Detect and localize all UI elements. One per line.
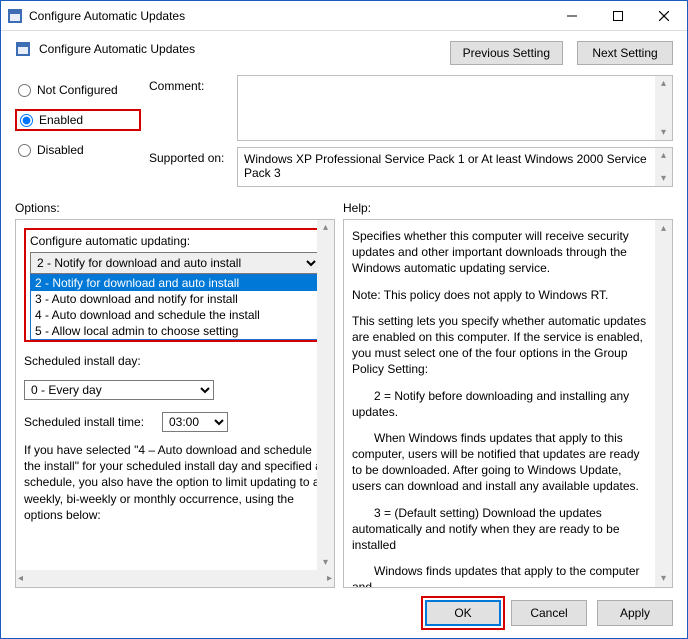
scroll-right-icon: ▸: [327, 573, 332, 584]
dialog-window: Configure Automatic Updates Configure Au…: [0, 0, 688, 639]
ok-button[interactable]: OK: [425, 600, 501, 626]
help-p4: 2 = Notify before downloading and instal…: [352, 388, 650, 420]
apply-button[interactable]: Apply: [597, 600, 673, 626]
radio-not-configured-input[interactable]: [18, 84, 31, 97]
options-panel: Configure automatic updating: 2 - Notify…: [15, 219, 335, 588]
window-title: Configure Automatic Updates: [29, 9, 549, 23]
scroll-up-icon: ▴: [661, 222, 666, 236]
scroll-left-icon: ◂: [18, 573, 23, 584]
scroll-up-icon: ▴: [661, 150, 666, 161]
options-heading: Options:: [15, 201, 343, 215]
configure-updating-dropdown: 2 - Notify for download and auto install…: [30, 274, 320, 340]
options-note: If you have selected "4 – Auto download …: [24, 442, 326, 523]
policy-icon: [15, 41, 31, 57]
footer: OK Cancel Apply: [1, 588, 687, 638]
help-p5: When Windows finds updates that apply to…: [352, 430, 650, 495]
help-p3: This setting lets you specify whether au…: [352, 313, 650, 378]
scheduled-day-label: Scheduled install day:: [24, 354, 154, 368]
help-p7: Windows finds updates that apply to the …: [352, 563, 650, 588]
titlebar: Configure Automatic Updates: [1, 1, 687, 31]
help-scrollbar[interactable]: ▴▾: [655, 220, 672, 587]
minimize-button[interactable]: [549, 1, 595, 31]
options-h-scrollbar[interactable]: ◂ ▸: [16, 570, 334, 587]
header: Configure Automatic Updates Previous Set…: [1, 31, 687, 71]
radio-disabled-label: Disabled: [37, 143, 84, 157]
app-icon: [7, 8, 23, 24]
help-p2: Note: This policy does not apply to Wind…: [352, 287, 650, 303]
supported-scrollbar[interactable]: ▴▾: [655, 148, 672, 186]
radio-disabled[interactable]: Disabled: [15, 141, 141, 159]
config-row: Not Configured Enabled Disabled Comment:…: [1, 71, 687, 193]
supported-label: Supported on:: [149, 147, 229, 165]
maximize-button[interactable]: [595, 1, 641, 31]
scheduled-time-label: Scheduled install time:: [24, 415, 154, 429]
scroll-up-icon: ▴: [323, 222, 328, 233]
dropdown-item-3[interactable]: 3 - Auto download and notify for install: [31, 291, 319, 307]
configure-updating-group: Configure automatic updating: 2 - Notify…: [24, 228, 326, 342]
cancel-button[interactable]: Cancel: [511, 600, 587, 626]
radio-not-configured-label: Not Configured: [37, 83, 118, 97]
comment-textarea[interactable]: ▴▾: [237, 75, 673, 141]
radio-disabled-input[interactable]: [18, 144, 31, 157]
dropdown-item-5[interactable]: 5 - Allow local admin to choose setting: [31, 323, 319, 339]
dropdown-item-4[interactable]: 4 - Auto download and schedule the insta…: [31, 307, 319, 323]
radio-enabled-input[interactable]: [20, 114, 33, 127]
options-v-scrollbar[interactable]: ▴▾: [317, 220, 334, 570]
previous-setting-button[interactable]: Previous Setting: [450, 41, 563, 65]
scheduled-day-combo[interactable]: 0 - Every day: [24, 380, 214, 400]
comment-label: Comment:: [149, 75, 229, 93]
configure-updating-label: Configure automatic updating:: [30, 234, 320, 248]
policy-title: Configure Automatic Updates: [39, 42, 195, 56]
help-p1: Specifies whether this computer will rec…: [352, 228, 650, 277]
scroll-down-icon: ▾: [661, 173, 666, 184]
section-labels: Options: Help:: [1, 193, 687, 219]
help-heading: Help:: [343, 201, 673, 215]
supported-textbox: Windows XP Professional Service Pack 1 o…: [237, 147, 673, 187]
help-p6: 3 = (Default setting) Download the updat…: [352, 505, 650, 554]
scroll-down-icon: ▾: [661, 572, 666, 586]
scroll-up-icon: ▴: [661, 78, 666, 89]
next-setting-button[interactable]: Next Setting: [577, 41, 673, 65]
state-radio-group: Not Configured Enabled Disabled: [15, 75, 141, 187]
scroll-down-icon: ▾: [323, 557, 328, 568]
dropdown-item-2[interactable]: 2 - Notify for download and auto install: [31, 275, 319, 291]
radio-not-configured[interactable]: Not Configured: [15, 81, 141, 99]
help-panel: Specifies whether this computer will rec…: [343, 219, 673, 588]
scroll-down-icon: ▾: [661, 127, 666, 138]
comment-scrollbar[interactable]: ▴▾: [655, 76, 672, 140]
radio-enabled[interactable]: Enabled: [15, 109, 141, 131]
window-controls: [549, 1, 687, 31]
supported-value: Windows XP Professional Service Pack 1 o…: [244, 152, 647, 180]
configure-updating-combo[interactable]: 2 - Notify for download and auto install: [30, 252, 320, 274]
close-button[interactable]: [641, 1, 687, 31]
radio-enabled-label: Enabled: [39, 113, 83, 127]
scheduled-time-combo[interactable]: 03:00: [162, 412, 228, 432]
